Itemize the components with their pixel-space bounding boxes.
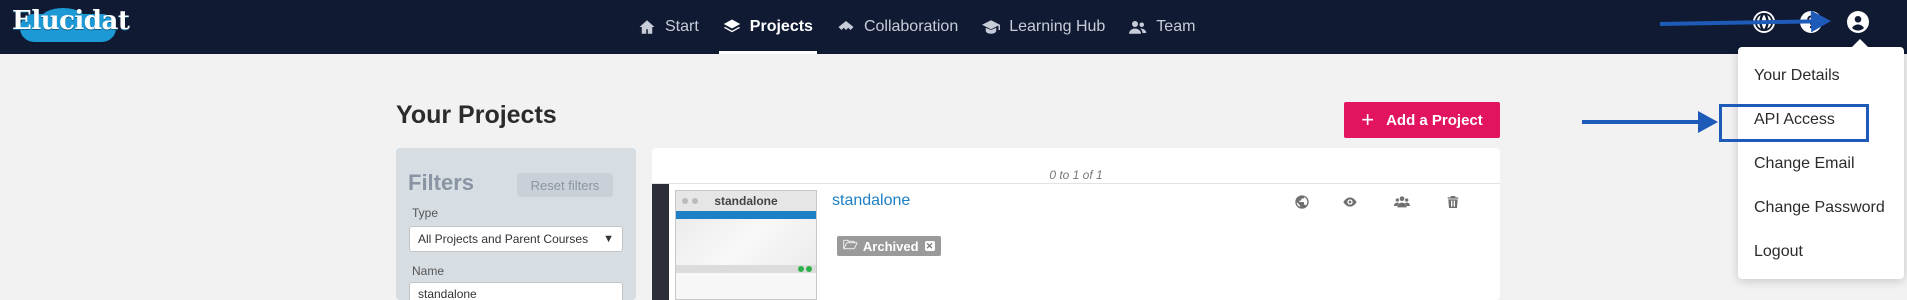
project-list: 0 to 1 of 1 standalone standalone 🗁 Arch… xyxy=(652,148,1500,300)
badge-label: Archived xyxy=(862,238,919,254)
nav-item-label: Collaboration xyxy=(863,18,959,35)
nav-item-team[interactable]: Team xyxy=(1117,0,1207,54)
user-circle-icon[interactable] xyxy=(1847,11,1869,33)
menu-item-your-details[interactable]: Your Details xyxy=(1754,67,1840,85)
user-menu-dropdown: Your Details API Access Change Email Cha… xyxy=(1738,39,1904,279)
nav-item-label: Projects xyxy=(749,18,813,35)
type-filter-value: All Projects and Parent Courses xyxy=(418,232,589,246)
handshake-icon xyxy=(837,18,855,36)
eye-icon[interactable] xyxy=(1342,194,1358,210)
nav-item-learning-hub[interactable]: Learning Hub xyxy=(970,0,1117,54)
nav-item-label: Team xyxy=(1156,18,1196,35)
add-project-button[interactable]: + Add a Project xyxy=(1344,102,1500,138)
plus-icon: + xyxy=(1361,107,1375,132)
close-icon[interactable]: ✕ xyxy=(924,241,935,251)
menu-item-logout[interactable]: Logout xyxy=(1754,243,1803,261)
elucidat-logo[interactable]: Elucidat xyxy=(10,4,130,44)
nav-item-label: Learning Hub xyxy=(1009,18,1106,35)
pagination-count: 0 to 1 of 1 xyxy=(1049,168,1103,182)
menu-item-change-password[interactable]: Change Password xyxy=(1754,199,1885,217)
thumbnail-body xyxy=(676,219,816,265)
thumbnail-title: standalone xyxy=(714,194,778,208)
project-name-link[interactable]: standalone xyxy=(832,192,910,210)
name-filter-input[interactable]: standalone xyxy=(409,282,623,300)
menu-item-change-email[interactable]: Change Email xyxy=(1754,155,1855,173)
type-filter-select[interactable]: All Projects and Parent Courses ▼ xyxy=(409,226,623,252)
thumbnail-accent-bar xyxy=(676,211,816,219)
dropdown-caret xyxy=(1852,39,1868,47)
main-nav: Start Projects Collaboration Learning Hu… xyxy=(626,0,1207,54)
list-divider xyxy=(652,183,1500,184)
users-icon[interactable] xyxy=(1394,194,1410,210)
page-title: Your Projects xyxy=(396,101,557,129)
globe-icon[interactable] xyxy=(1294,194,1310,210)
nav-item-collaboration[interactable]: Collaboration xyxy=(825,0,970,54)
nav-item-start[interactable]: Start xyxy=(626,0,711,54)
filters-panel: Filters Reset filters Type All Projects … xyxy=(396,148,636,300)
logo-text: Elucidat xyxy=(12,6,130,36)
folder-open-icon: 🗁 xyxy=(843,237,858,252)
thumbnail-header: standalone xyxy=(676,191,816,211)
nav-item-label: Start xyxy=(665,18,699,35)
type-filter-label: Type xyxy=(412,206,439,220)
home-icon xyxy=(638,18,656,36)
api-access-highlight-box xyxy=(1719,104,1869,142)
archived-badge: 🗁 Archived ✕ xyxy=(837,236,941,256)
users-icon xyxy=(1129,18,1147,36)
trash-icon[interactable] xyxy=(1445,194,1461,210)
reset-filters-button[interactable]: Reset filters xyxy=(517,173,613,197)
thumbnail-footer xyxy=(676,265,816,273)
annotation-arrow-api-access xyxy=(1582,111,1718,133)
project-thumbnail[interactable]: standalone xyxy=(675,190,817,300)
name-filter-label: Name xyxy=(412,264,445,278)
layers-icon xyxy=(723,18,741,36)
chevron-down-icon: ▼ xyxy=(603,233,614,245)
top-navigation-bar: Elucidat Start Projects Collaboration Le… xyxy=(0,0,1907,54)
graduation-cap-icon xyxy=(982,18,1001,36)
filters-title: Filters xyxy=(408,170,475,195)
row-status-bar xyxy=(652,184,669,300)
add-project-label: Add a Project xyxy=(1386,111,1483,129)
nav-item-projects[interactable]: Projects xyxy=(711,0,825,54)
